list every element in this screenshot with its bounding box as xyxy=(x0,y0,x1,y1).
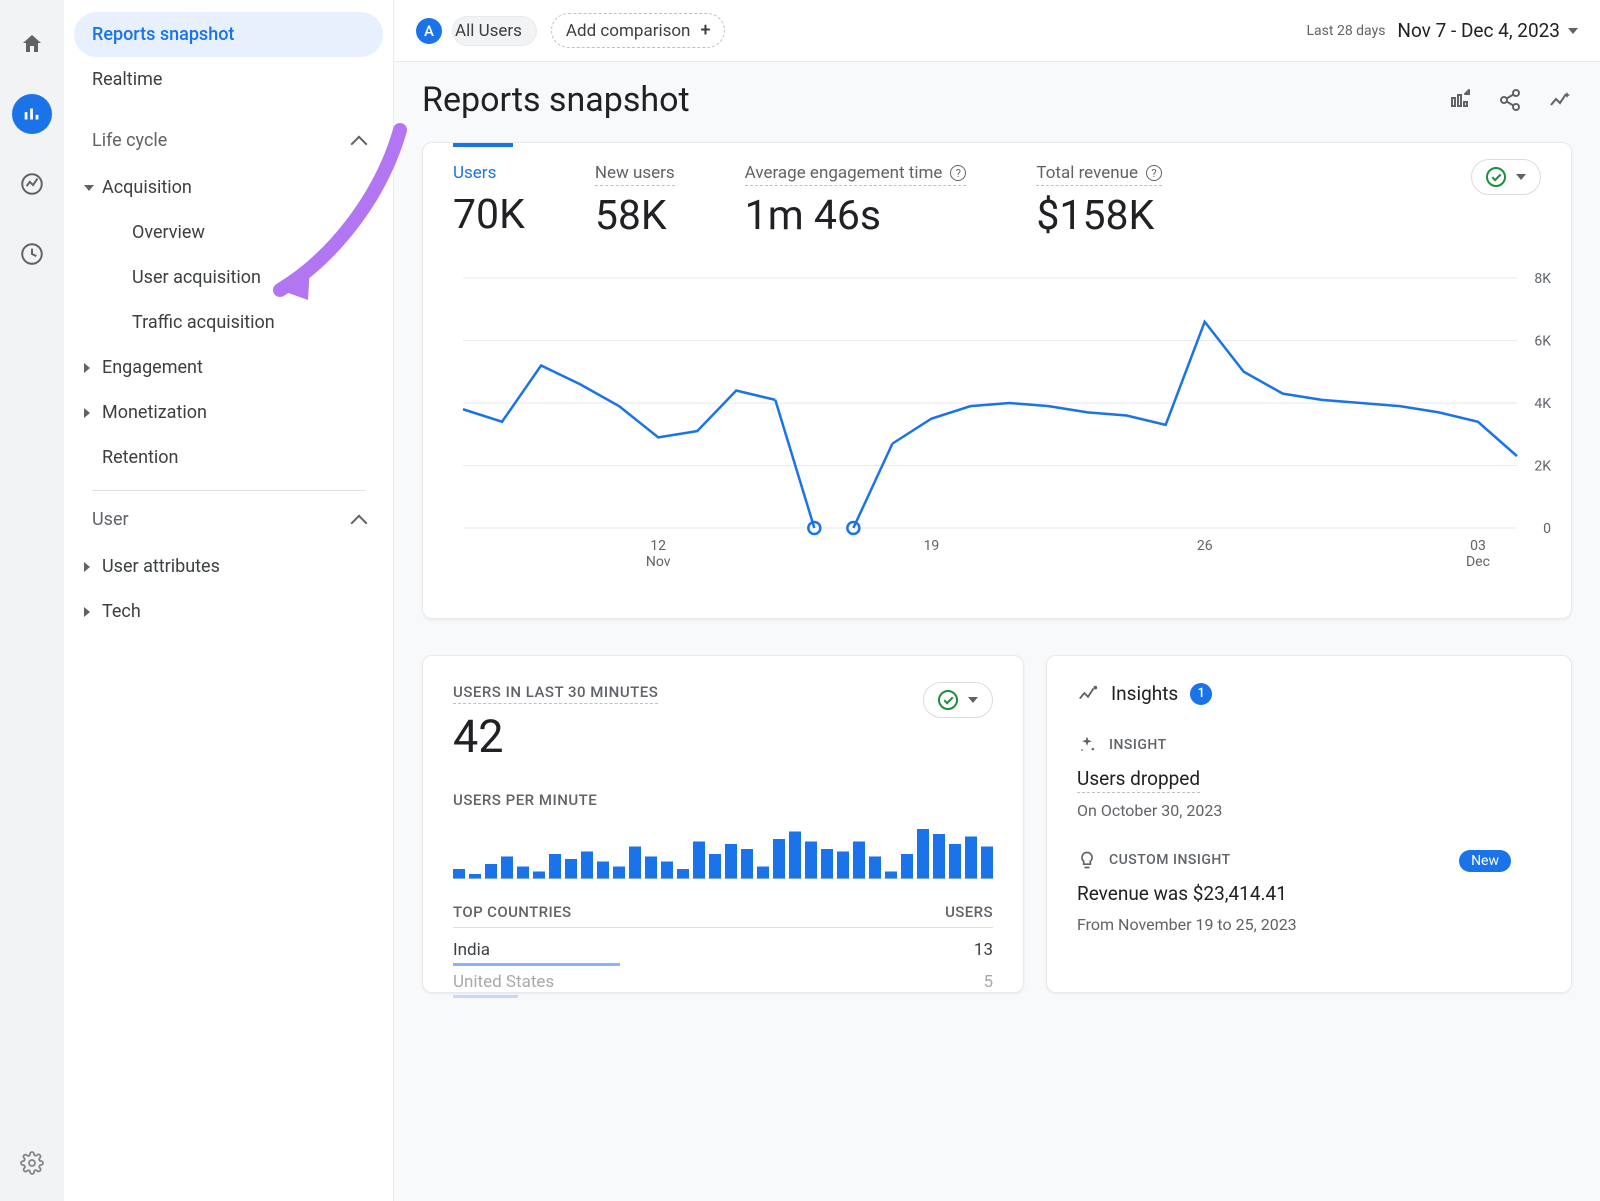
kpi-engagement-time[interactable]: Average engagement time? 1m 46s xyxy=(745,163,967,240)
insight-subtitle: From November 19 to 25, 2023 xyxy=(1077,915,1541,934)
kpi-total-revenue[interactable]: Total revenue? $158K xyxy=(1036,163,1162,240)
insights-sparkle-icon xyxy=(1077,683,1099,705)
status-pill[interactable] xyxy=(1471,159,1541,195)
chevron-up-icon xyxy=(351,135,368,152)
caret-down-icon[interactable] xyxy=(1568,28,1578,34)
svg-text:4K: 4K xyxy=(1534,396,1551,412)
users-per-minute-chart xyxy=(453,819,993,879)
insights-header[interactable]: Insights 1 xyxy=(1077,682,1541,705)
check-icon xyxy=(938,690,958,710)
svg-text:03: 03 xyxy=(1470,538,1486,554)
insight-title: Revenue was $23,414.41 xyxy=(1077,882,1287,907)
customize-report-icon[interactable] xyxy=(1448,88,1472,112)
user-group: User attributes Tech xyxy=(74,544,383,634)
insights-icon[interactable] xyxy=(1548,88,1572,112)
insight-title: Users dropped xyxy=(1077,767,1200,793)
check-icon xyxy=(1486,167,1506,187)
audience-badge[interactable]: A xyxy=(416,18,442,44)
svg-text:6K: 6K xyxy=(1534,334,1551,350)
chevron-up-icon xyxy=(351,514,368,531)
svg-text:12: 12 xyxy=(650,538,666,554)
divider xyxy=(92,490,365,491)
date-range-picker[interactable]: Nov 7 - Dec 4, 2023 xyxy=(1397,19,1560,42)
info-icon[interactable]: ? xyxy=(1146,165,1162,181)
col-countries: TOP COUNTRIES xyxy=(453,903,572,921)
page-title: Reports snapshot xyxy=(422,80,690,120)
page-header: Reports snapshot xyxy=(394,62,1600,128)
svg-text:2K: 2K xyxy=(1534,459,1551,475)
nav-user-attributes[interactable]: User attributes xyxy=(78,544,383,589)
country-row[interactable]: India13 xyxy=(453,928,993,960)
svg-text:19: 19 xyxy=(924,538,940,554)
topbar: A All Users Add comparison + Last 28 day… xyxy=(394,0,1600,62)
nav-retention[interactable]: Retention xyxy=(78,435,383,480)
caret-right-icon xyxy=(84,408,90,418)
caret-right-icon xyxy=(84,607,90,617)
nav-tech[interactable]: Tech xyxy=(78,589,383,634)
nav-reports-snapshot[interactable]: Reports snapshot xyxy=(74,12,383,57)
svg-text:0: 0 xyxy=(1543,521,1551,537)
kpi-users[interactable]: Users 70K xyxy=(453,163,525,239)
icon-rail xyxy=(0,0,64,1201)
settings-icon[interactable] xyxy=(12,1143,52,1183)
info-icon[interactable]: ? xyxy=(950,165,966,181)
svg-text:8K: 8K xyxy=(1534,271,1551,287)
active-tab-indicator xyxy=(453,143,513,147)
nav-engagement[interactable]: Engagement xyxy=(78,345,383,390)
explore-icon[interactable] xyxy=(12,164,52,204)
nav-acquisition[interactable]: Acquisition xyxy=(78,165,383,210)
caret-right-icon xyxy=(84,562,90,572)
insights-card: Insights 1 INSIGHT Users dropped On Octo… xyxy=(1046,655,1572,993)
plus-icon: + xyxy=(700,20,710,41)
svg-text:Dec: Dec xyxy=(1466,554,1490,570)
section-life-cycle[interactable]: Life cycle xyxy=(74,116,383,165)
caret-down-icon xyxy=(968,697,978,703)
caret-down-icon xyxy=(1516,174,1526,180)
country-row[interactable]: United States5 xyxy=(453,960,993,992)
new-badge: New xyxy=(1459,850,1511,872)
advertising-icon[interactable] xyxy=(12,234,52,274)
bulb-icon xyxy=(1077,850,1097,870)
sidebar: Reports snapshot Realtime Life cycle Acq… xyxy=(64,0,394,1201)
nav-monetization[interactable]: Monetization xyxy=(78,390,383,435)
insight-item[interactable]: New CUSTOM INSIGHT Revenue was $23,414.4… xyxy=(1077,850,1541,934)
users-per-minute-label: USERS PER MINUTE xyxy=(453,791,993,809)
sparkle-icon xyxy=(1077,735,1097,755)
section-label: User xyxy=(92,509,129,530)
overview-card: Users 70K New users 58K Average engageme… xyxy=(422,142,1572,619)
nav-overview[interactable]: Overview xyxy=(78,210,383,255)
insight-item[interactable]: INSIGHT Users dropped On October 30, 202… xyxy=(1077,735,1541,820)
kpi-row: Users 70K New users 58K Average engageme… xyxy=(453,163,1541,240)
add-comparison-button[interactable]: Add comparison + xyxy=(551,13,726,48)
section-label: Life cycle xyxy=(92,130,167,151)
caret-down-icon xyxy=(84,185,94,191)
insights-count-badge: 1 xyxy=(1190,683,1212,705)
date-range-label: Last 28 days xyxy=(1307,23,1386,39)
users-line-chart: 02K4K6K8K12Nov192603Dec xyxy=(453,268,1541,592)
svg-text:Nov: Nov xyxy=(646,554,671,570)
header-actions xyxy=(1448,88,1572,112)
share-icon[interactable] xyxy=(1498,88,1522,112)
kpi-new-users[interactable]: New users 58K xyxy=(595,163,675,240)
reports-icon[interactable] xyxy=(12,94,52,134)
nav-user-acquisition[interactable]: User acquisition xyxy=(78,255,383,300)
audience-pill[interactable]: All Users xyxy=(452,16,537,46)
section-user[interactable]: User xyxy=(74,495,383,544)
nav-traffic-acquisition[interactable]: Traffic acquisition xyxy=(78,300,383,345)
realtime-card: USERS IN LAST 30 MINUTES 42 USERS PER MI… xyxy=(422,655,1024,993)
realtime-title: USERS IN LAST 30 MINUTES xyxy=(453,683,658,704)
svg-text:26: 26 xyxy=(1197,538,1213,554)
col-users: USERS xyxy=(945,903,993,921)
caret-right-icon xyxy=(84,363,90,373)
nav-realtime[interactable]: Realtime xyxy=(74,57,383,102)
home-icon[interactable] xyxy=(12,24,52,64)
life-cycle-group: Acquisition Overview User acquisition Tr… xyxy=(74,165,383,480)
realtime-value: 42 xyxy=(453,710,658,763)
content: Users 70K New users 58K Average engageme… xyxy=(394,128,1600,1007)
realtime-status-pill[interactable] xyxy=(923,682,993,718)
main: A All Users Add comparison + Last 28 day… xyxy=(394,0,1600,1201)
insight-subtitle: On October 30, 2023 xyxy=(1077,801,1541,820)
